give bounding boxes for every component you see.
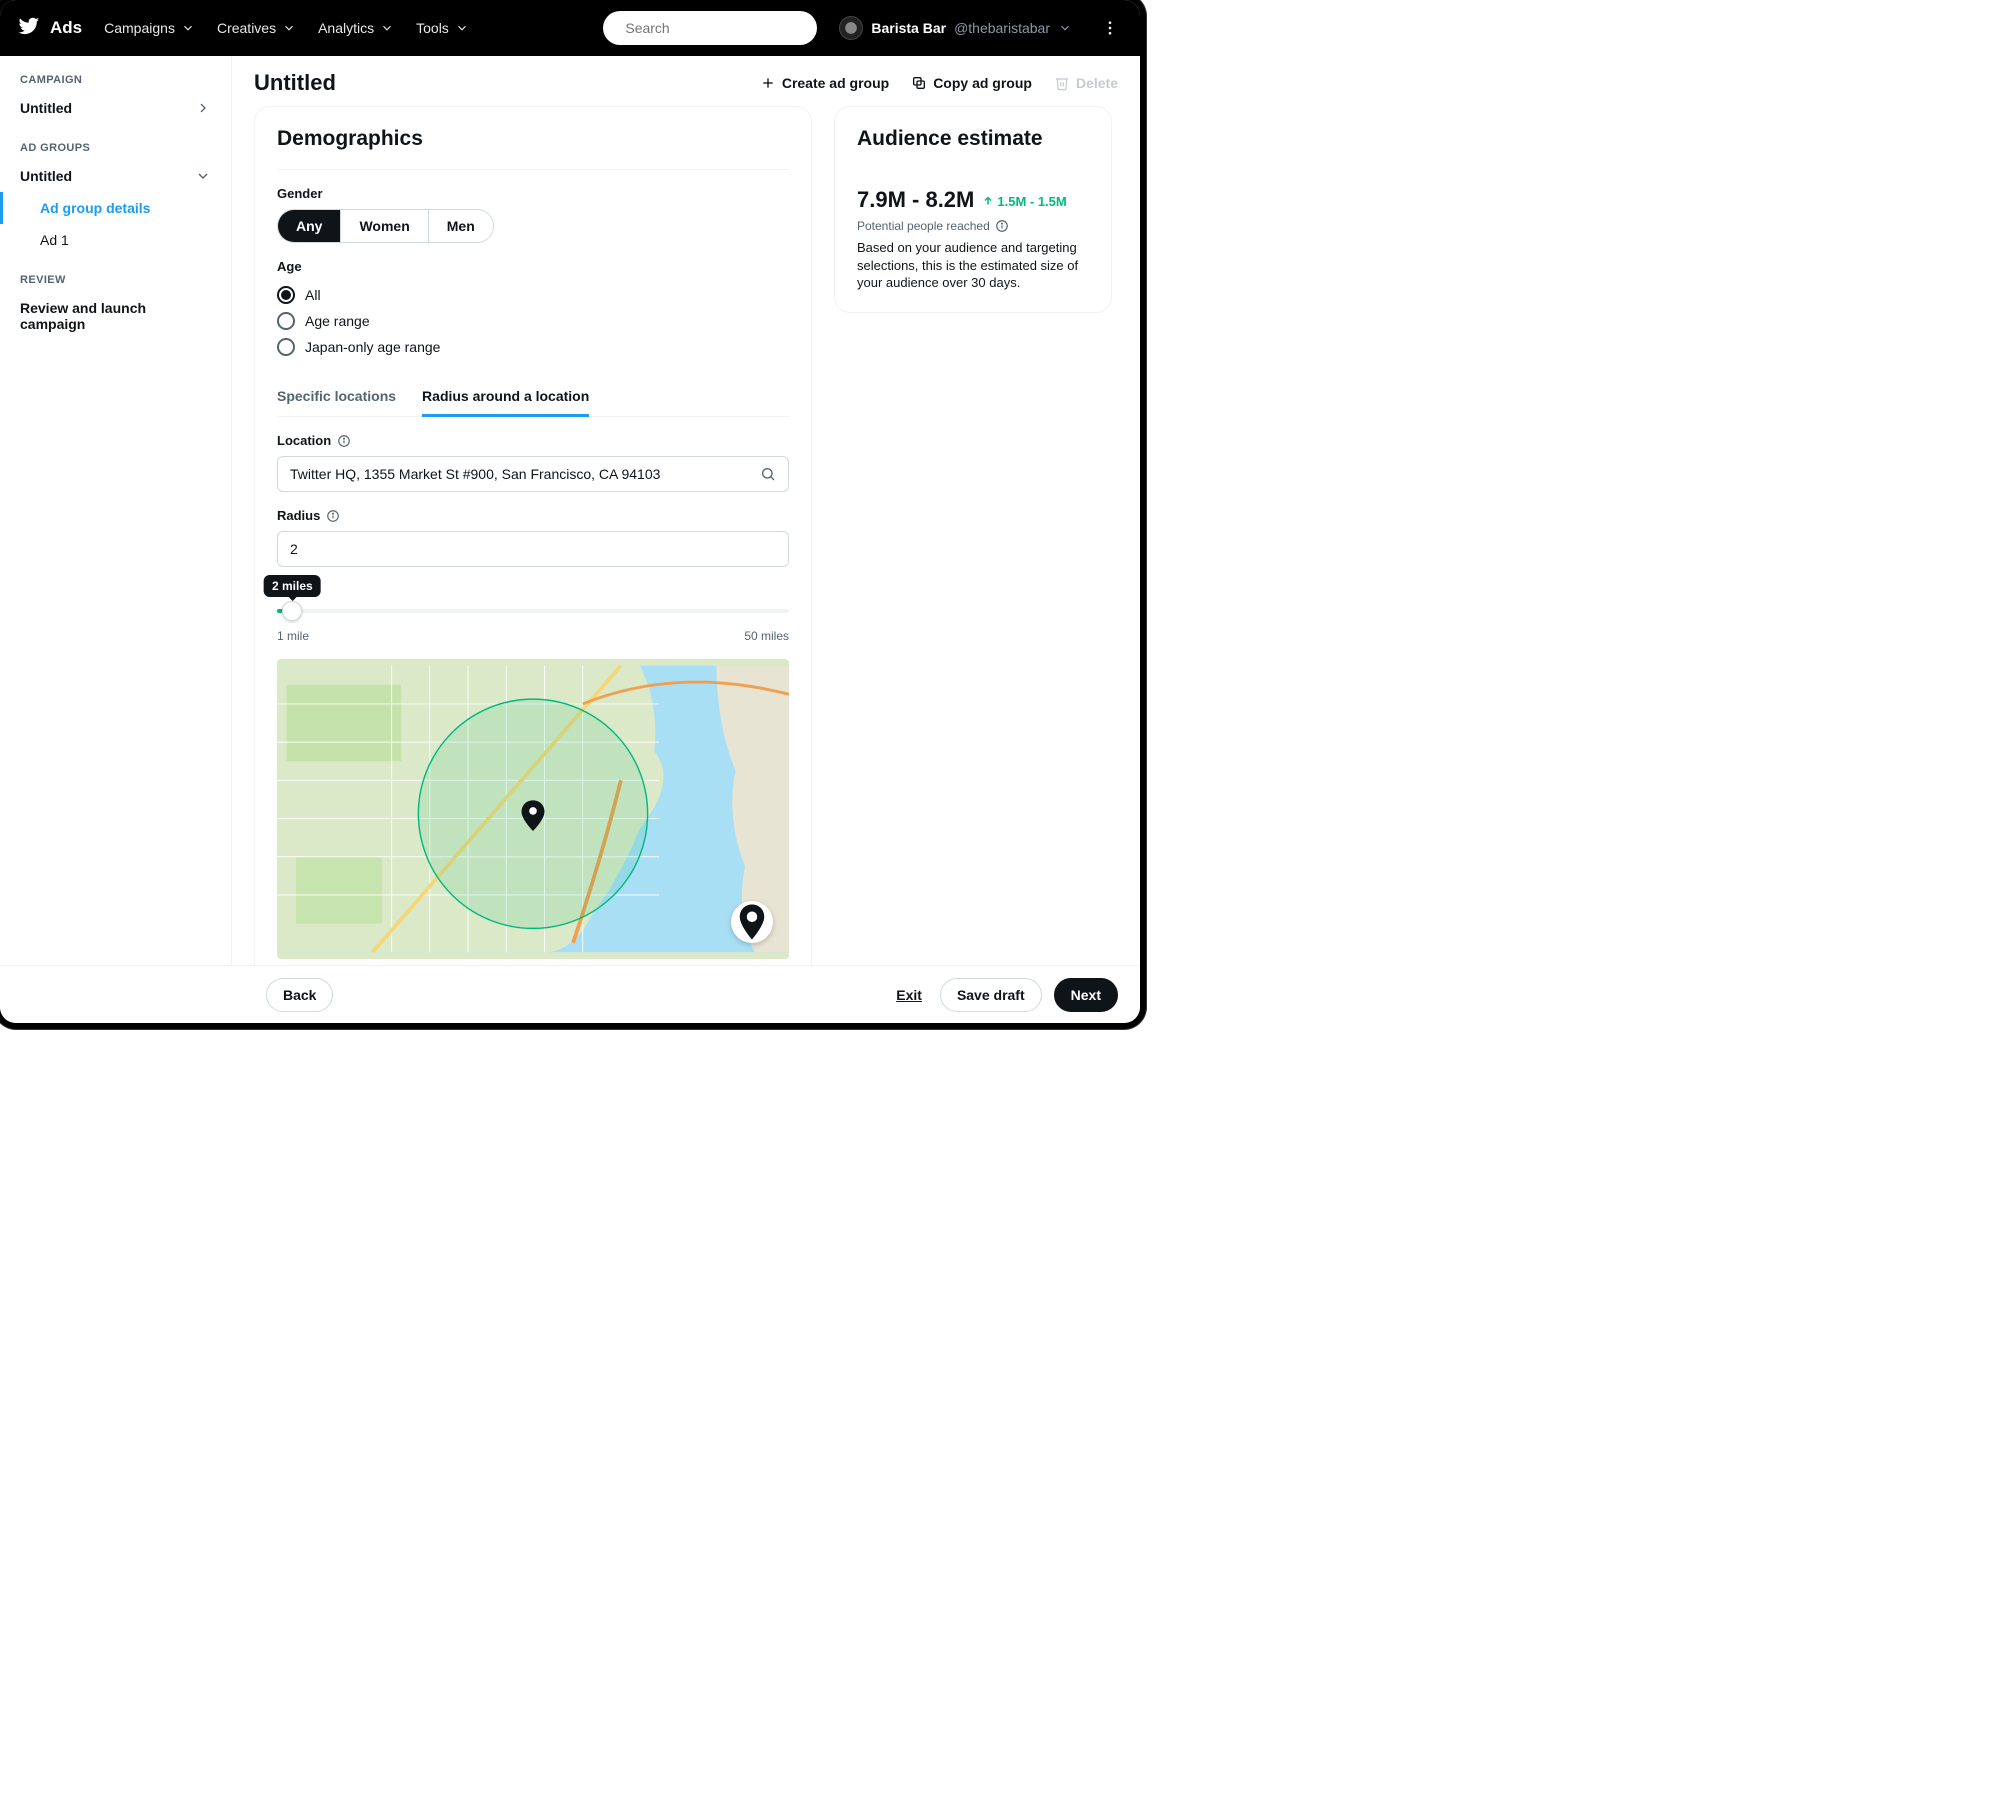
avatar: [839, 16, 863, 40]
main: Untitled Create ad group Copy ad group D…: [232, 56, 1140, 965]
radius-input-wrap[interactable]: [277, 531, 789, 567]
sidebar-adgroup-item[interactable]: Untitled: [0, 160, 231, 192]
slider-range-labels: 1 mile 50 miles: [277, 629, 789, 643]
back-button[interactable]: Back: [266, 978, 333, 1012]
audience-sub: Potential people reached: [857, 219, 1089, 233]
gender-label: Gender: [277, 186, 789, 201]
location-tabs: Specific locations Radius around a locat…: [277, 380, 789, 417]
brand-label: Ads: [50, 18, 82, 38]
info-icon[interactable]: [337, 434, 351, 448]
sidebar-group-adgroups: AD GROUPS: [0, 138, 231, 160]
age-japan[interactable]: Japan-only age range: [277, 334, 789, 360]
slider-min: 1 mile: [277, 629, 309, 643]
nav-links: Campaigns Creatives Analytics Tools: [104, 20, 469, 36]
copy-icon: [911, 75, 927, 91]
radio-icon: [277, 286, 295, 304]
twitter-icon: [18, 15, 40, 42]
chevron-down-icon: [195, 168, 211, 184]
audience-estimate-card: Audience estimate 7.9M - 8.2M 1.5M - 1.5…: [834, 106, 1112, 313]
radius-input[interactable]: [290, 541, 776, 557]
audience-desc: Based on your audience and targeting sel…: [857, 239, 1089, 292]
tab-specific-locations[interactable]: Specific locations: [277, 380, 396, 417]
pin-icon: [731, 901, 773, 943]
slider-tooltip: 2 miles: [264, 575, 321, 597]
sidebar-adgroup-details[interactable]: Ad group details: [0, 192, 231, 224]
location-input-wrap[interactable]: [277, 456, 789, 492]
chevron-down-icon: [455, 21, 469, 35]
account-name: Barista Bar: [871, 20, 946, 36]
age-range[interactable]: Age range: [277, 308, 789, 334]
recenter-button[interactable]: [731, 901, 773, 943]
nav-campaigns[interactable]: Campaigns: [104, 20, 195, 36]
sidebar-review-item[interactable]: Review and launch campaign: [0, 292, 231, 340]
info-icon[interactable]: [995, 219, 1009, 233]
account-handle: @thebaristabar: [954, 20, 1050, 36]
location-map[interactable]: [277, 659, 789, 959]
arrow-up-icon: [982, 195, 994, 207]
gender-segment: Any Women Men: [277, 209, 494, 243]
audience-metric: 7.9M - 8.2M 1.5M - 1.5M: [857, 187, 1089, 213]
nav-analytics[interactable]: Analytics: [318, 20, 394, 36]
chevron-down-icon: [1058, 21, 1072, 35]
audience-estimate-heading: Audience estimate: [857, 127, 1089, 151]
create-adgroup-button[interactable]: Create ad group: [760, 75, 889, 91]
slider-track: [277, 609, 789, 613]
footer: Back Exit Save draft Next: [0, 965, 1140, 1023]
page-header: Untitled Create ad group Copy ad group D…: [232, 56, 1140, 106]
age-all[interactable]: All: [277, 282, 789, 308]
brand: Ads: [18, 15, 82, 42]
slider-max: 50 miles: [744, 629, 789, 643]
gender-men[interactable]: Men: [428, 210, 493, 242]
trash-icon: [1054, 75, 1070, 91]
info-icon[interactable]: [326, 509, 340, 523]
chevron-down-icon: [380, 21, 394, 35]
exit-button[interactable]: Exit: [890, 979, 928, 1011]
radio-icon: [277, 338, 295, 356]
more-vertical-icon: [1101, 19, 1119, 37]
nav-creatives[interactable]: Creatives: [217, 20, 296, 36]
account-switcher[interactable]: Barista Bar @thebaristabar: [839, 16, 1072, 40]
radio-icon: [277, 312, 295, 330]
radius-slider[interactable]: 2 miles: [277, 583, 789, 629]
sidebar-campaign-item[interactable]: Untitled: [0, 92, 231, 124]
gender-women[interactable]: Women: [340, 210, 427, 242]
demographics-card: Demographics Gender Any Women Men Age Al…: [254, 106, 812, 965]
next-button[interactable]: Next: [1054, 978, 1118, 1012]
search-icon[interactable]: [760, 466, 776, 482]
copy-adgroup-button[interactable]: Copy ad group: [911, 75, 1032, 91]
save-draft-button[interactable]: Save draft: [940, 978, 1042, 1012]
sidebar-ad-1[interactable]: Ad 1: [0, 224, 231, 256]
sidebar-group-campaign: CAMPAIGN: [0, 70, 231, 92]
radius-label: Radius: [277, 508, 789, 523]
sidebar-group-review: REVIEW: [0, 270, 231, 292]
slider-thumb[interactable]: [282, 601, 302, 621]
location-input[interactable]: [290, 466, 752, 482]
audience-delta: 1.5M - 1.5M: [982, 194, 1066, 209]
tab-radius-location[interactable]: Radius around a location: [422, 380, 589, 417]
plus-icon: [760, 75, 776, 91]
chevron-down-icon: [181, 21, 195, 35]
more-menu[interactable]: [1098, 19, 1122, 37]
gender-any[interactable]: Any: [278, 210, 340, 242]
search-box[interactable]: [603, 11, 817, 45]
location-label: Location: [277, 433, 789, 448]
chevron-down-icon: [282, 21, 296, 35]
chevron-right-icon: [195, 100, 211, 116]
sidebar: CAMPAIGN Untitled AD GROUPS Untitled Ad …: [0, 56, 232, 965]
top-nav: Ads Campaigns Creatives Analytics Tools …: [0, 0, 1140, 56]
age-label: Age: [277, 259, 789, 274]
age-radio-group: All Age range Japan-only age range: [277, 282, 789, 360]
nav-tools[interactable]: Tools: [416, 20, 469, 36]
search-input[interactable]: [625, 20, 806, 36]
map-canvas: [277, 659, 789, 959]
demographics-heading: Demographics: [277, 127, 789, 170]
page-title: Untitled: [254, 70, 336, 96]
delete-button: Delete: [1054, 75, 1118, 91]
